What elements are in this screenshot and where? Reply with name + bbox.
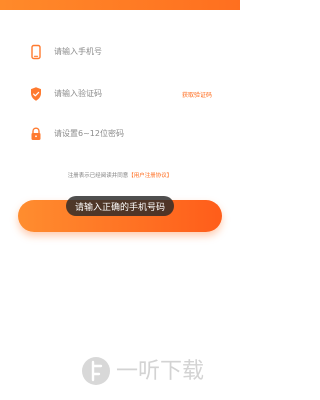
lock-icon xyxy=(28,126,44,142)
shield-icon xyxy=(28,86,44,102)
password-field-row[interactable]: 请设置6~12位密码 xyxy=(28,118,212,150)
password-input[interactable]: 请设置6~12位密码 xyxy=(54,126,212,142)
phone-input[interactable]: 请输入手机号 xyxy=(54,44,212,60)
phone-field-row[interactable]: 请输入手机号 xyxy=(28,36,212,68)
get-code-button[interactable]: 获取验证码 xyxy=(182,90,212,99)
watermark-text: 一听下载 xyxy=(116,359,204,384)
watermark: 一听下载 xyxy=(78,352,234,390)
toast-message: 请输入正确的手机号码 xyxy=(66,196,174,216)
watermark-logo-icon: 一听下载 xyxy=(82,357,204,385)
verification-code-input[interactable]: 请输入验证码 xyxy=(54,86,176,102)
phone-icon xyxy=(28,44,44,60)
header-bar xyxy=(0,0,240,10)
agreement-text: 注册表示已经阅读并同意【用户注册协议】 xyxy=(0,171,240,179)
agreement-prefix: 注册表示已经阅读并同意 xyxy=(67,173,129,179)
user-agreement-link[interactable]: 【用户注册协议】 xyxy=(128,173,172,179)
verification-code-row[interactable]: 请输入验证码 获取验证码 xyxy=(28,78,212,110)
